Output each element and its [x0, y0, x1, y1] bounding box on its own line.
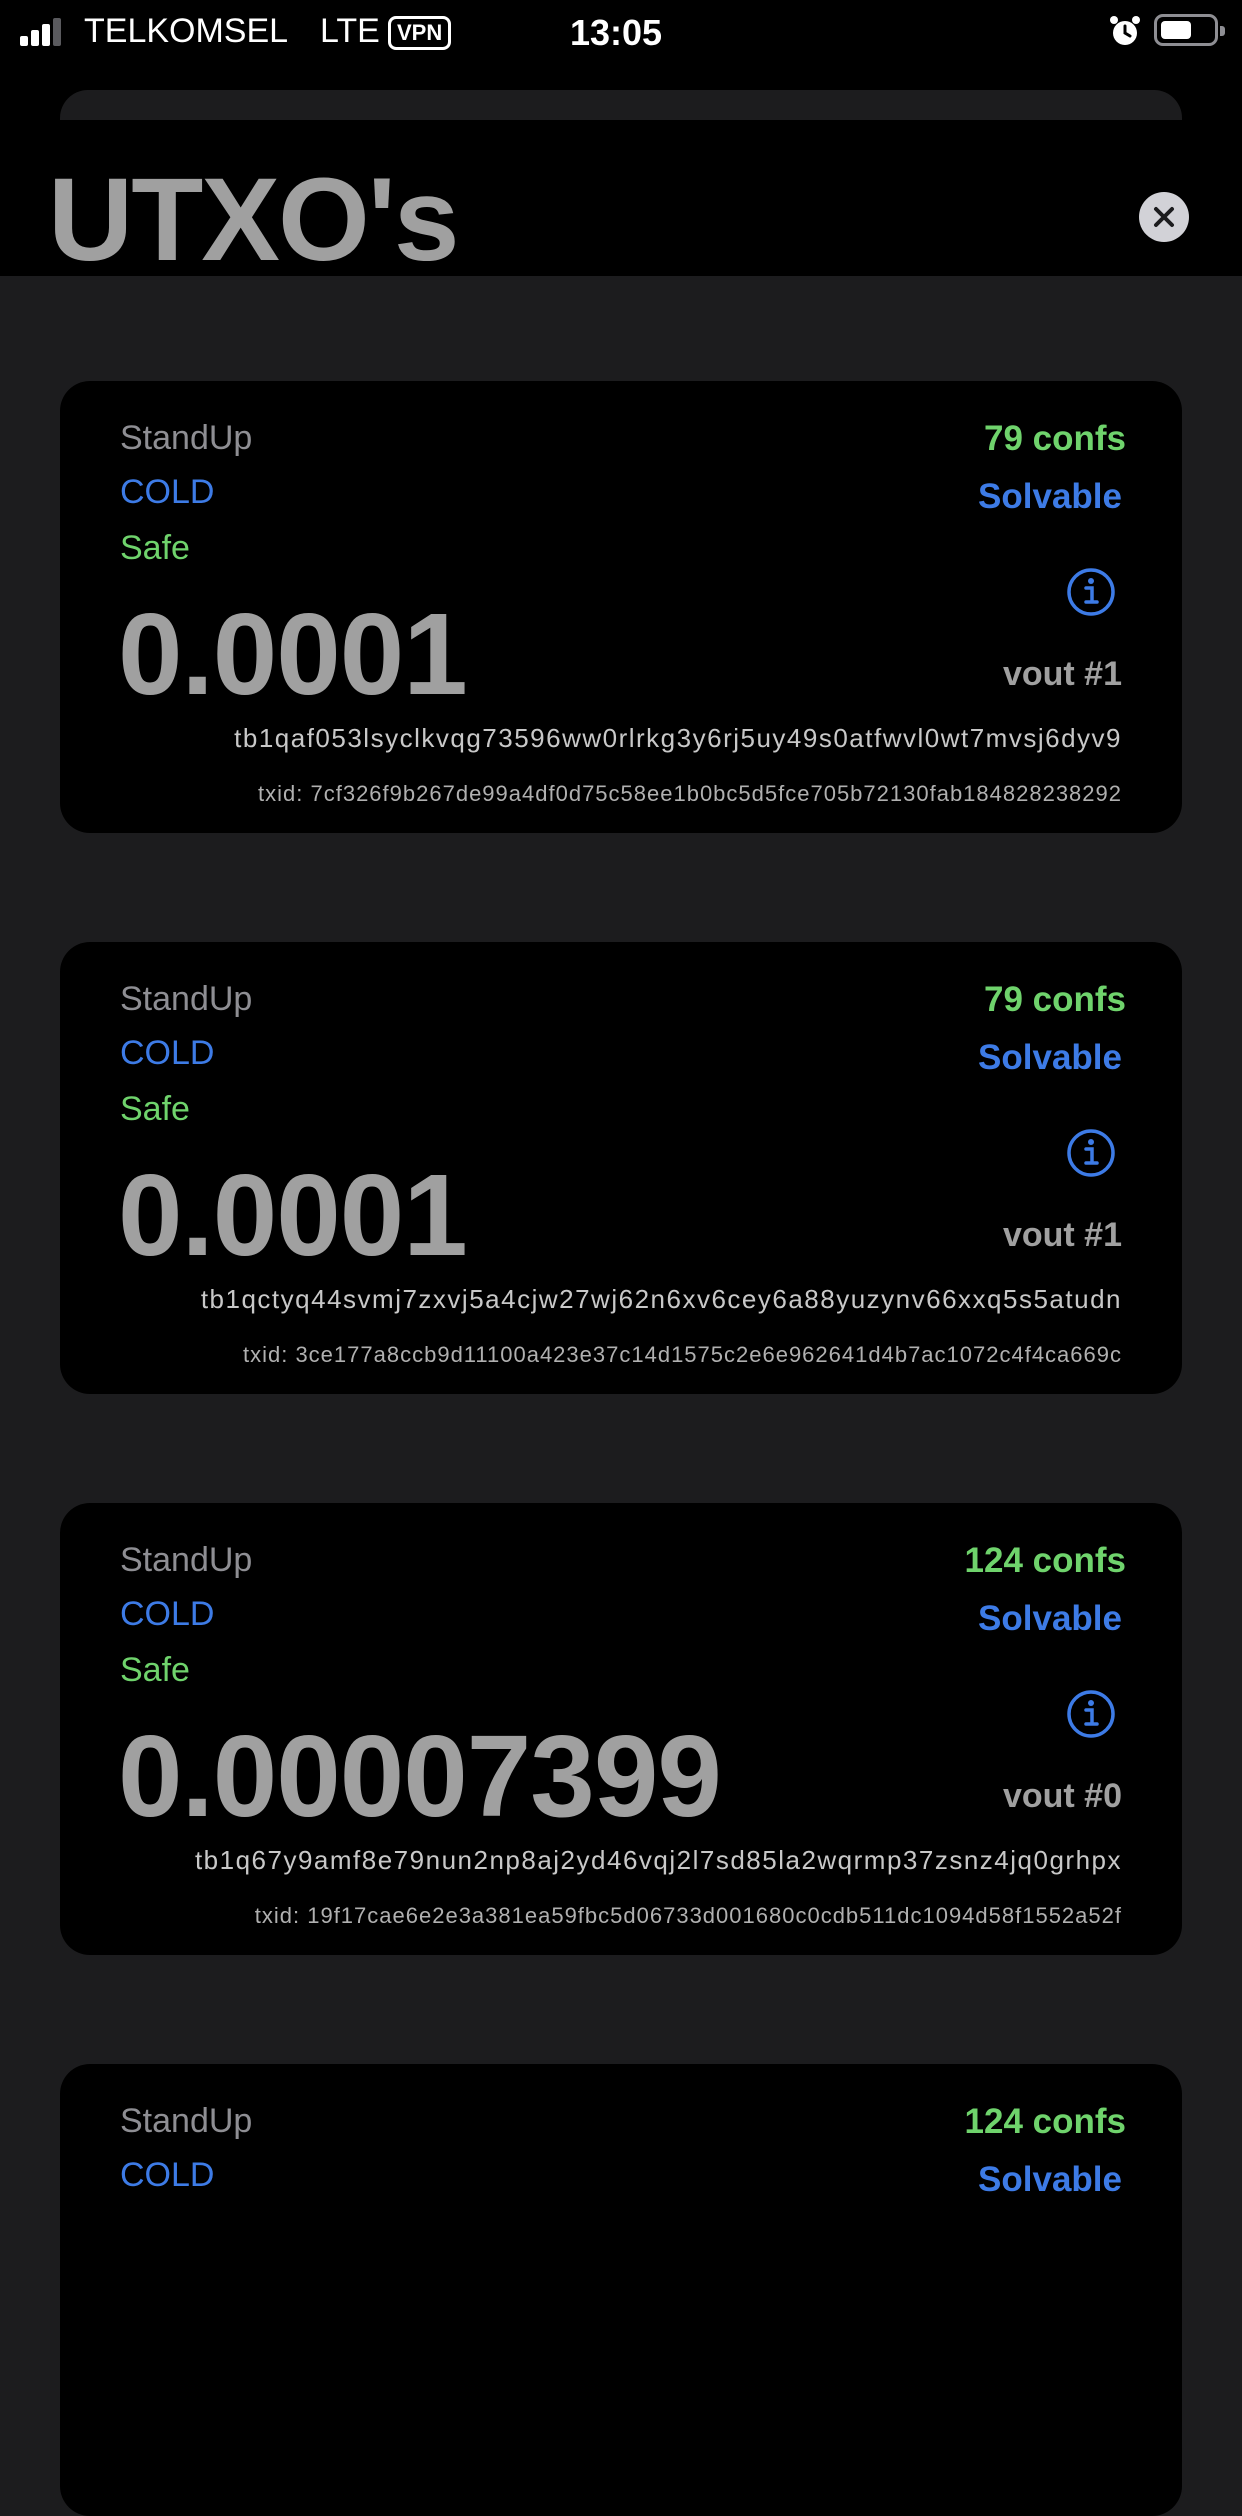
sheet-handle[interactable]	[60, 90, 1182, 120]
safe-label: Safe	[120, 529, 190, 567]
utxo-card[interactable]: StandUp COLD Safe 0.0001 79 confs Solvab…	[60, 381, 1182, 833]
wallet-type-label: COLD	[120, 2156, 215, 2194]
status-bar: TELKOMSEL LTE VPN 13:05	[0, 0, 1242, 62]
utxo-card[interactable]: StandUp COLD Safe 0.0001 79 confs Solvab…	[60, 942, 1182, 1394]
close-icon	[1154, 207, 1174, 227]
solvable-label: Solvable	[978, 1599, 1122, 1638]
sheet-header: UTXO's	[0, 62, 1242, 286]
confirmations-label: 79 confs	[984, 980, 1126, 1019]
vout-label: vout #1	[1002, 1216, 1122, 1254]
close-button[interactable]	[1139, 192, 1189, 242]
info-icon[interactable]	[1066, 1128, 1116, 1178]
address-label: tb1qctyq44svmj7zxvj5a4cjw27wj62n6xv6cey6…	[200, 1284, 1122, 1314]
confirmations-label: 79 confs	[984, 419, 1126, 458]
utxo-card[interactable]: StandUp COLD Safe 0.00007399 124 confs S…	[60, 1503, 1182, 1955]
vpn-badge: VPN	[388, 16, 452, 50]
page-title: UTXO's	[48, 154, 459, 286]
safe-label: Safe	[120, 1651, 190, 1689]
utxo-amount: 0.0001	[118, 589, 468, 719]
battery-icon	[1154, 14, 1225, 46]
wallet-label: StandUp	[120, 2102, 253, 2140]
solvable-label: Solvable	[978, 2160, 1122, 2199]
utxo-card[interactable]: StandUp COLD 124 confs Solvable	[60, 2064, 1182, 2516]
address-label: tb1qaf053lsyclkvqg73596ww0rlrkg3y6rj5uy4…	[234, 723, 1122, 753]
wallet-label: StandUp	[120, 419, 253, 457]
solvable-label: Solvable	[978, 477, 1122, 516]
txid-label: txid: 3ce177a8ccb9d11100a423e37c14d1575c…	[242, 1342, 1122, 1367]
txid-label: txid: 7cf326f9b267de99a4df0d75c58ee1b0bc…	[258, 781, 1122, 806]
status-time: 13:05	[570, 12, 663, 53]
utxo-amount: 0.00007399	[118, 1711, 722, 1841]
network-type: LTE	[320, 12, 380, 50]
info-icon[interactable]	[1066, 1689, 1116, 1739]
wallet-type-label: COLD	[120, 473, 215, 511]
wallet-label: StandUp	[120, 1541, 253, 1579]
txid-label: txid: 19f17cae6e2e3a381ea59fbc5d06733d00…	[254, 1903, 1122, 1928]
signal-strength-icon	[20, 16, 61, 46]
info-icon[interactable]	[1066, 567, 1116, 617]
confirmations-label: 124 confs	[964, 2102, 1126, 2141]
address-label: tb1q67y9amf8e79nun2np8aj2yd46vqj2l7sd85l…	[194, 1845, 1122, 1875]
safe-label: Safe	[120, 1090, 190, 1128]
confirmations-label: 124 confs	[964, 1541, 1126, 1580]
vout-label: vout #1	[1002, 655, 1122, 693]
alarm-icon	[1110, 16, 1140, 45]
carrier-name: TELKOMSEL	[84, 12, 289, 50]
wallet-type-label: COLD	[120, 1595, 215, 1633]
wallet-label: StandUp	[120, 980, 253, 1018]
solvable-label: Solvable	[978, 1038, 1122, 1077]
utxo-amount: 0.0001	[118, 1150, 468, 1280]
vout-label: vout #0	[1002, 1777, 1122, 1815]
wallet-type-label: COLD	[120, 1034, 215, 1072]
